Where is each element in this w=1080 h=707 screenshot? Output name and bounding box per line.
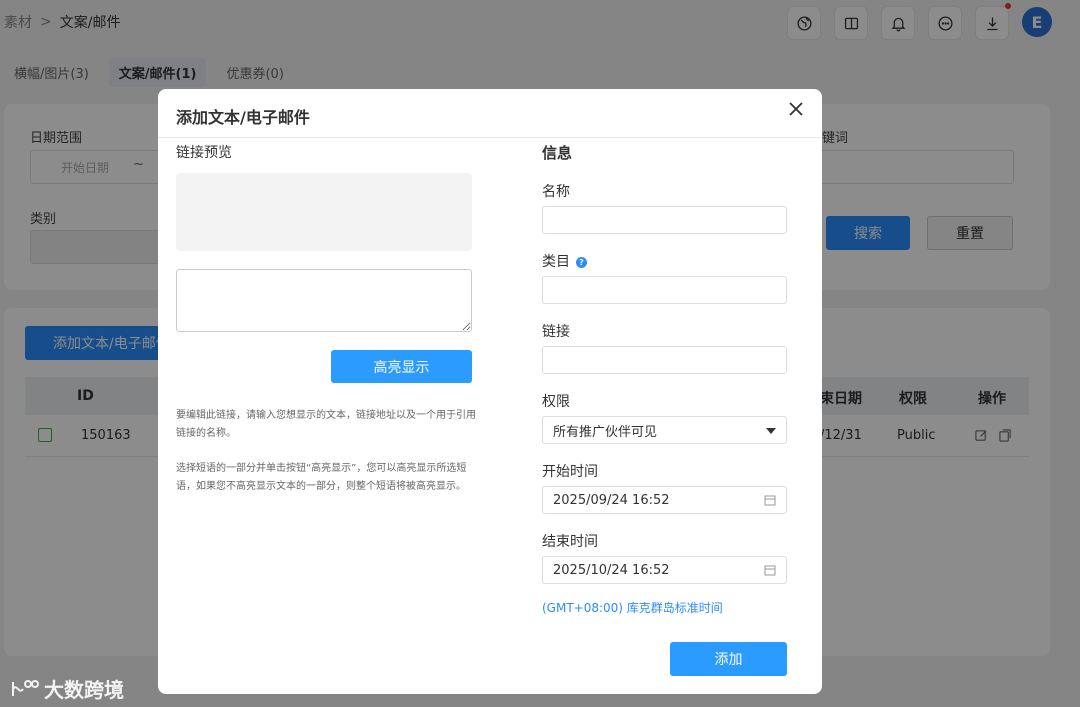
chevron-down-icon xyxy=(766,428,776,434)
category-label-wrap: 类目? xyxy=(542,251,587,271)
link-label: 链接 xyxy=(542,324,570,340)
add-button[interactable]: 添加 xyxy=(670,642,787,676)
name-input[interactable] xyxy=(542,206,787,234)
category-label: 类目 xyxy=(542,254,570,270)
category-input[interactable] xyxy=(542,276,787,304)
add-text-email-dialog: 添加文本/电子邮件 链接预览 高亮显示 要编辑此链接，请输入您想显示的文本，链接… xyxy=(158,89,822,694)
permission-select[interactable]: 所有推广伙伴可见 xyxy=(542,416,787,444)
link-preview-box xyxy=(176,173,472,251)
help-icon[interactable]: ? xyxy=(576,256,587,268)
start-time-value: 2025/09/24 16:52 xyxy=(553,492,670,508)
highlight-button[interactable]: 高亮显示 xyxy=(331,350,472,383)
dialog-title: 添加文本/电子邮件 xyxy=(176,108,310,127)
dialog-divider xyxy=(158,137,822,138)
watermark-logo-icon xyxy=(12,679,39,696)
watermark-text: 大数跨境 xyxy=(44,678,124,702)
permission-label: 权限 xyxy=(542,394,570,410)
help-text-highlight: 选择短语的一部分并单击按钮“高亮显示”，您可以高亮显示所选短语，如果您不高亮显示… xyxy=(176,463,467,492)
timezone-link[interactable]: (GMT+08:00) 库克群岛标准时间 xyxy=(542,599,723,616)
text-editor[interactable] xyxy=(176,269,472,332)
end-time-value: 2025/10/24 16:52 xyxy=(553,562,670,578)
end-time-input[interactable]: 2025/10/24 16:52 xyxy=(542,556,787,584)
close-button[interactable] xyxy=(784,97,808,121)
help-text-edit: 要编辑此链接，请输入您想显示的文本，链接地址以及一个用于引用链接的名称。 xyxy=(176,410,476,439)
watermark: 大数跨境 xyxy=(10,674,124,703)
permission-select-value: 所有推广伙伴可见 xyxy=(553,424,658,440)
start-time-input[interactable]: 2025/09/24 16:52 xyxy=(542,486,787,514)
link-input[interactable] xyxy=(542,346,787,374)
info-heading: 信息 xyxy=(542,144,573,162)
close-icon xyxy=(789,102,803,116)
calendar-icon xyxy=(764,495,776,506)
calendar-icon xyxy=(764,565,776,576)
end-time-label: 结束时间 xyxy=(542,534,598,550)
link-preview-label: 链接预览 xyxy=(176,145,232,161)
start-time-label: 开始时间 xyxy=(542,464,598,480)
name-label: 名称 xyxy=(542,184,570,200)
